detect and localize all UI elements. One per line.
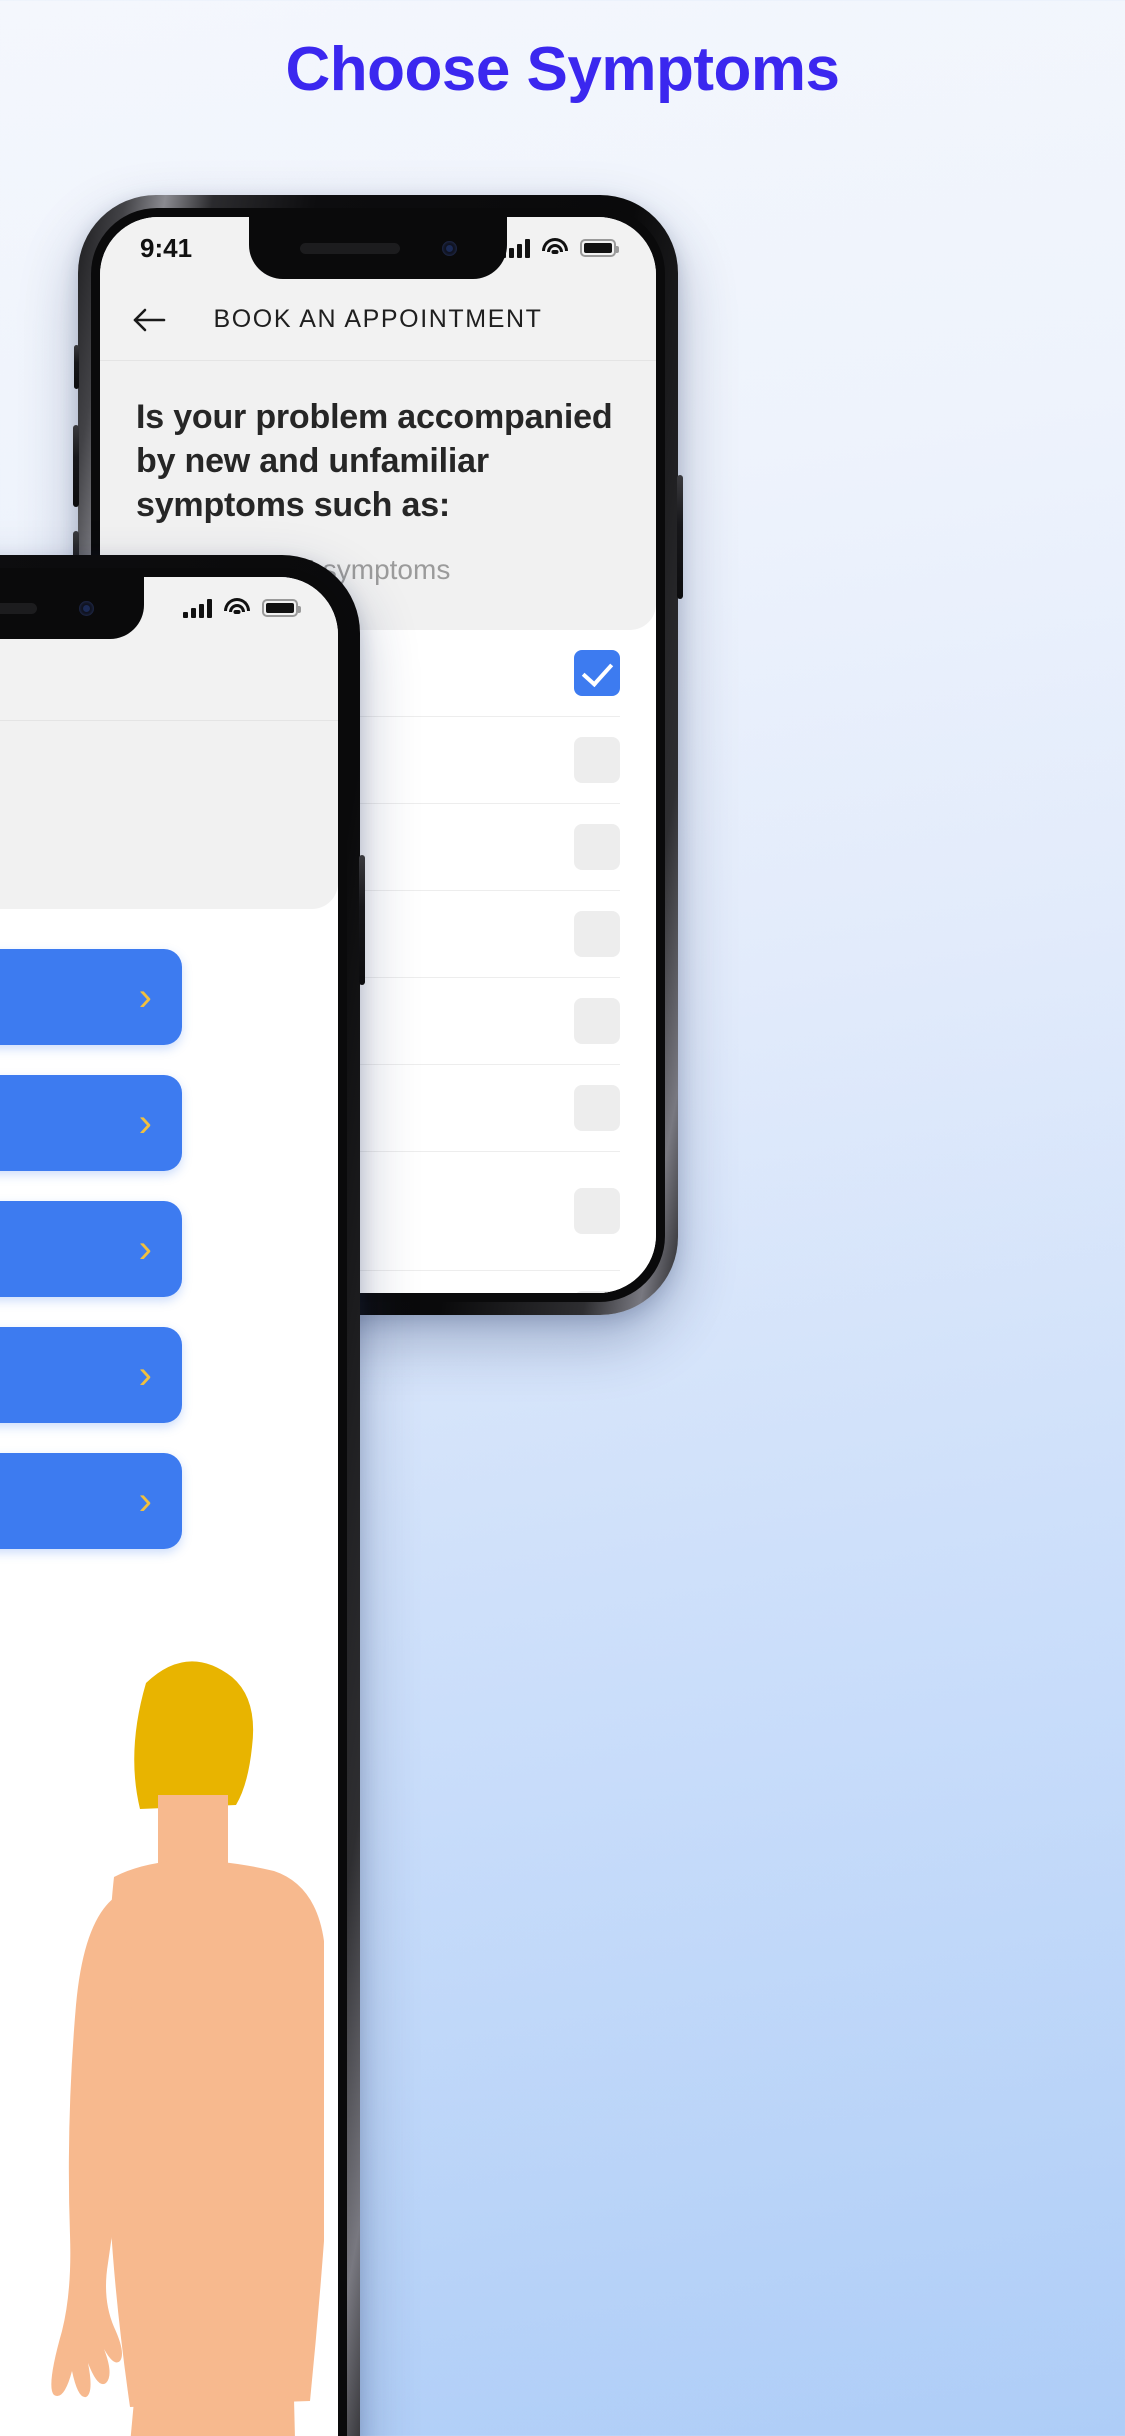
reason-question-title: e reason for ion? [0, 755, 298, 857]
checkbox-icon[interactable] [574, 1084, 620, 1131]
phone-mockup-reason: APPOINTMENT e reason for ion? [0, 555, 365, 2436]
chevron-right-icon: › [138, 1353, 152, 1398]
chevron-right-icon: › [138, 1101, 152, 1146]
reason-option-list: › › › › › [0, 949, 182, 1550]
app-navbar: BOOK AN APPOINTMENT [100, 279, 656, 361]
status-indicators [501, 238, 619, 258]
battery-full-icon [262, 599, 301, 617]
question-title: Is your problem accompanied by new and u… [136, 398, 613, 525]
status-time: 9:41 [140, 232, 193, 263]
reason-option-button[interactable]: › [0, 949, 182, 1046]
status-indicators [183, 598, 301, 618]
reason-option-button[interactable]: › [0, 1075, 182, 1172]
reason-body: › › › › › [0, 909, 338, 2436]
notch [0, 577, 144, 639]
mute-switch[interactable] [74, 345, 79, 389]
cellular-bars-icon [183, 598, 212, 618]
wifi-icon [542, 238, 568, 258]
page-title: Choose Symptoms [285, 35, 840, 104]
earpiece-speaker-icon [0, 602, 37, 614]
app-navbar: APPOINTMENT [0, 639, 338, 721]
checkbox-icon[interactable] [574, 649, 620, 696]
earpiece-speaker-icon [299, 242, 400, 254]
reason-question-card: e reason for ion? [0, 721, 338, 910]
reason-option-button[interactable]: › [0, 1327, 182, 1424]
chevron-right-icon: › [138, 1227, 152, 1272]
notch [249, 217, 507, 279]
checkbox-icon[interactable] [574, 1187, 620, 1234]
navbar-title: BOOK AN APPOINTMENT [213, 305, 543, 333]
navbar-title: APPOINTMENT [0, 665, 338, 694]
battery-full-icon [580, 239, 619, 257]
checkbox-icon[interactable] [574, 997, 620, 1044]
front-camera-icon [441, 240, 457, 256]
chevron-right-icon: › [138, 975, 152, 1020]
chevron-right-icon: › [138, 1479, 152, 1524]
front-camera-icon [78, 600, 94, 616]
reason-option-button[interactable]: › [0, 1453, 182, 1550]
power-button[interactable] [677, 475, 683, 599]
checkbox-icon[interactable] [574, 1290, 620, 1293]
human-body-figure [18, 1645, 338, 2436]
volume-up-button[interactable] [73, 425, 79, 507]
checkbox-icon[interactable] [574, 736, 620, 783]
wifi-icon [224, 598, 250, 618]
back-arrow-icon[interactable] [132, 307, 166, 333]
checkbox-icon[interactable] [574, 823, 620, 870]
phone-screen-reason: APPOINTMENT e reason for ion? [0, 577, 338, 2436]
phone-inner-bezel: APPOINTMENT e reason for ion? [0, 568, 347, 2436]
power-button[interactable] [359, 855, 365, 985]
checkbox-icon[interactable] [574, 910, 620, 957]
reason-option-button[interactable]: › [0, 1201, 182, 1298]
